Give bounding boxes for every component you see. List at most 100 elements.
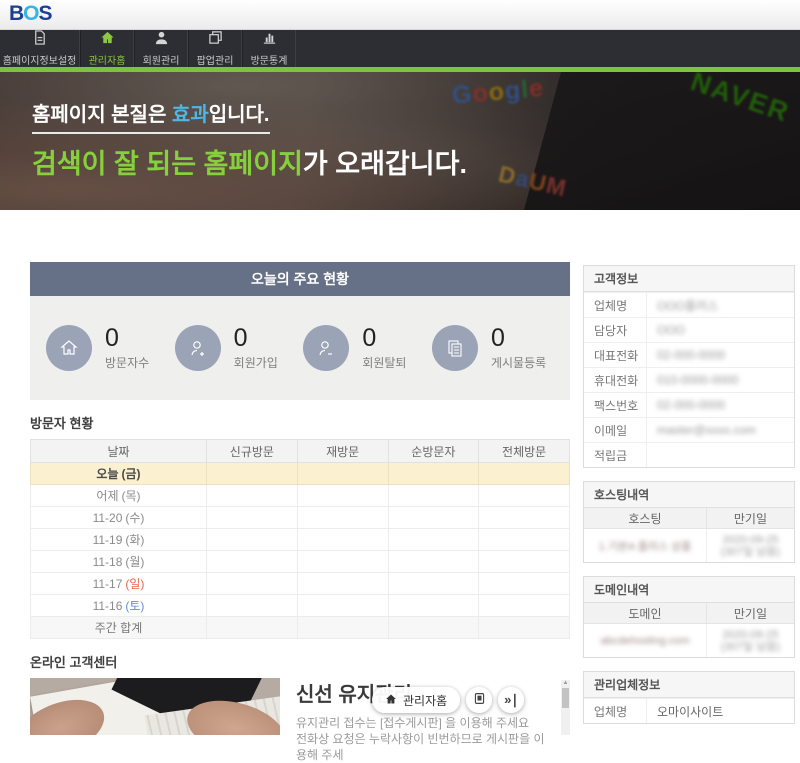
hosting-panel: 호스팅내역 호스팅 만기일 1.기본A 플러스 상품 2020-09-25(30…	[583, 481, 795, 563]
today-summary-body: 0 방문자수 0 회원가입 0 회원탈퇴 0 게시물등록	[30, 296, 570, 400]
nav-label: 홈페이지정보설정	[3, 52, 77, 67]
stat-withdrawals[interactable]: 0 회원탈퇴	[303, 325, 425, 371]
redacted-value: 02-000-0000	[657, 348, 725, 362]
info-row-company: 업체명 OOO플러스	[584, 292, 794, 317]
nav-item-admin-home[interactable]: 관리자홈	[80, 30, 134, 67]
article-scrollbar[interactable]: ▲	[561, 680, 570, 735]
documents-icon	[432, 325, 478, 371]
info-row-mobile-phone: 휴대전화 010-0000-0000	[584, 367, 794, 392]
article-text: 유지관리 접수는 [접수게시판] 을 이용해 주세요전화상 요청은 누락사항이 …	[296, 715, 550, 763]
redacted-value: master@xxxx.com	[657, 423, 756, 437]
column-header-total-visits: 전체방문	[479, 440, 570, 463]
bar-chart-icon	[262, 30, 277, 50]
stat-visitors[interactable]: 0 방문자수	[46, 325, 168, 371]
customer-info-panel: 고객정보 업체명 OOO플러스 담당자 OOO 대표전화 02-000-0000…	[583, 265, 795, 468]
stat-value: 0	[491, 326, 546, 351]
info-row-manager: 담당자 OOO	[584, 317, 794, 342]
domain-columns: 도메인 만기일	[584, 603, 794, 624]
user-minus-icon	[303, 325, 349, 371]
hero-line2: 검색이 잘 되는 홈페이지가 오래갑니다.	[32, 142, 467, 181]
hero-line1: 홈페이지 본질은 효과입니다.	[32, 98, 270, 134]
nav-label: 방문통계	[251, 52, 288, 67]
user-icon	[154, 30, 169, 50]
redacted-value: (307일 남음)	[721, 546, 780, 558]
customer-center-title: 온라인 고객센터	[30, 652, 570, 671]
nav-label: 팝업관리	[197, 52, 234, 67]
hosting-row[interactable]: 1.기본A 플러스 상품 2020-09-25(307일 남음)	[584, 529, 794, 562]
domain-row[interactable]: abcdehosting.com 2020-09-25(307일 남음)	[584, 624, 794, 657]
hero-banner: Google NAVER DaUM 홈페이지 본질은 효과입니다. 검색이 잘 …	[0, 72, 800, 210]
redacted-value: 2020-09-25	[722, 534, 778, 546]
stat-value: 0	[105, 326, 149, 351]
nav-label: 회원관리	[143, 52, 180, 67]
stat-label: 방문자수	[105, 354, 149, 371]
floating-toolbar: 관리자홈 »❘	[372, 687, 524, 713]
table-row-sunday[interactable]: 11-17(일)	[31, 573, 570, 595]
info-row-main-phone: 대표전화 02-000-0000	[584, 342, 794, 367]
home-icon	[46, 325, 92, 371]
home-icon	[100, 30, 115, 50]
scrollbar-thumb[interactable]	[562, 688, 569, 708]
redacted-value: OOO플러스	[657, 297, 718, 314]
customer-center-photo[interactable]	[30, 678, 280, 735]
stat-label: 회원가입	[234, 354, 278, 371]
stat-label: 회원탈퇴	[362, 354, 406, 371]
today-summary-title: 오늘의 주요 현황	[30, 262, 570, 296]
today-summary-panel: 오늘의 주요 현황 0 방문자수 0 회원가입 0 회원탈퇴 0 게시물등록	[30, 262, 570, 400]
info-row-management-company: 업체명 오마이사이트	[584, 698, 794, 723]
visitor-table-title: 방문자 현황	[30, 413, 570, 432]
popup-windows-icon	[208, 30, 223, 50]
info-row-email: 이메일 master@xxxx.com	[584, 417, 794, 442]
document-icon	[32, 30, 47, 50]
scroll-up-arrow[interactable]: ▲	[561, 680, 570, 687]
admin-home-label: 관리자홈	[403, 692, 447, 709]
column-header-new-visits: 신규방문	[207, 440, 298, 463]
hero-headline: 홈페이지 본질은 효과입니다. 검색이 잘 되는 홈페이지가 오래갑니다.	[32, 98, 467, 181]
collapse-toolbar-button[interactable]: »❘	[498, 687, 524, 713]
skip-forward-icon: »❘	[504, 692, 518, 708]
top-bar: BOS	[0, 0, 800, 30]
bos-logo[interactable]: BOS	[9, 2, 52, 26]
nav-item-popups[interactable]: 팝업관리	[188, 30, 242, 67]
redacted-value: 010-0000-0000	[657, 373, 738, 387]
stat-value: 0	[234, 326, 278, 351]
column-header-unique-visitors: 순방문자	[388, 440, 479, 463]
visitor-table: 날짜 신규방문 재방문 순방문자 전체방문 오늘(금) 어제(목) 11-20(…	[30, 439, 570, 639]
redacted-value: (307일 남음)	[721, 641, 780, 653]
nav-item-site-settings[interactable]: 홈페이지정보설정	[0, 30, 80, 67]
nav-item-visit-stats[interactable]: 방문통계	[242, 30, 296, 67]
management-company-panel: 관리업체정보 업체명 오마이사이트	[583, 671, 795, 724]
hosting-title: 호스팅내역	[584, 482, 794, 508]
stat-posts[interactable]: 0 게시물등록	[432, 325, 554, 371]
redacted-value: 02-000-0000	[657, 398, 725, 412]
column-header-date: 날짜	[31, 440, 207, 463]
redacted-value: 1.기본A 플러스 상품	[599, 538, 692, 554]
stat-label: 게시물등록	[491, 354, 546, 371]
table-row-today[interactable]: 오늘(금)	[31, 463, 570, 485]
visitor-table-header: 날짜 신규방문 재방문 순방문자 전체방문	[31, 440, 570, 463]
table-row[interactable]: 11-20(수)	[31, 507, 570, 529]
tablet-icon	[473, 692, 486, 708]
sidebar: 고객정보 업체명 OOO플러스 담당자 OOO 대표전화 02-000-0000…	[583, 265, 795, 737]
domain-title: 도메인내역	[584, 577, 794, 603]
redacted-value: abcdehosting.com	[600, 635, 689, 647]
hosting-columns: 호스팅 만기일	[584, 508, 794, 529]
stat-value: 0	[362, 326, 406, 351]
stat-signups[interactable]: 0 회원가입	[175, 325, 297, 371]
info-row-points: 적립금	[584, 442, 794, 467]
table-row[interactable]: 11-19(화)	[31, 529, 570, 551]
table-row-weekly-total: 주간 합계	[31, 617, 570, 639]
customer-info-title: 고객정보	[584, 266, 794, 292]
main-nav: 홈페이지정보설정 관리자홈 회원관리 팝업관리 방문통계	[0, 30, 800, 67]
mobile-view-button[interactable]	[466, 687, 492, 713]
redacted-value: OOO	[657, 323, 685, 337]
nav-label: 관리자홈	[89, 52, 126, 67]
admin-home-button[interactable]: 관리자홈	[372, 687, 460, 713]
domain-panel: 도메인내역 도메인 만기일 abcdehosting.com 2020-09-2…	[583, 576, 795, 658]
redacted-value: 2020-09-25	[722, 629, 778, 641]
nav-item-members[interactable]: 회원관리	[134, 30, 188, 67]
table-row-yesterday[interactable]: 어제(목)	[31, 485, 570, 507]
table-row-saturday[interactable]: 11-16(토)	[31, 595, 570, 617]
table-row[interactable]: 11-18(월)	[31, 551, 570, 573]
home-icon	[385, 693, 397, 708]
